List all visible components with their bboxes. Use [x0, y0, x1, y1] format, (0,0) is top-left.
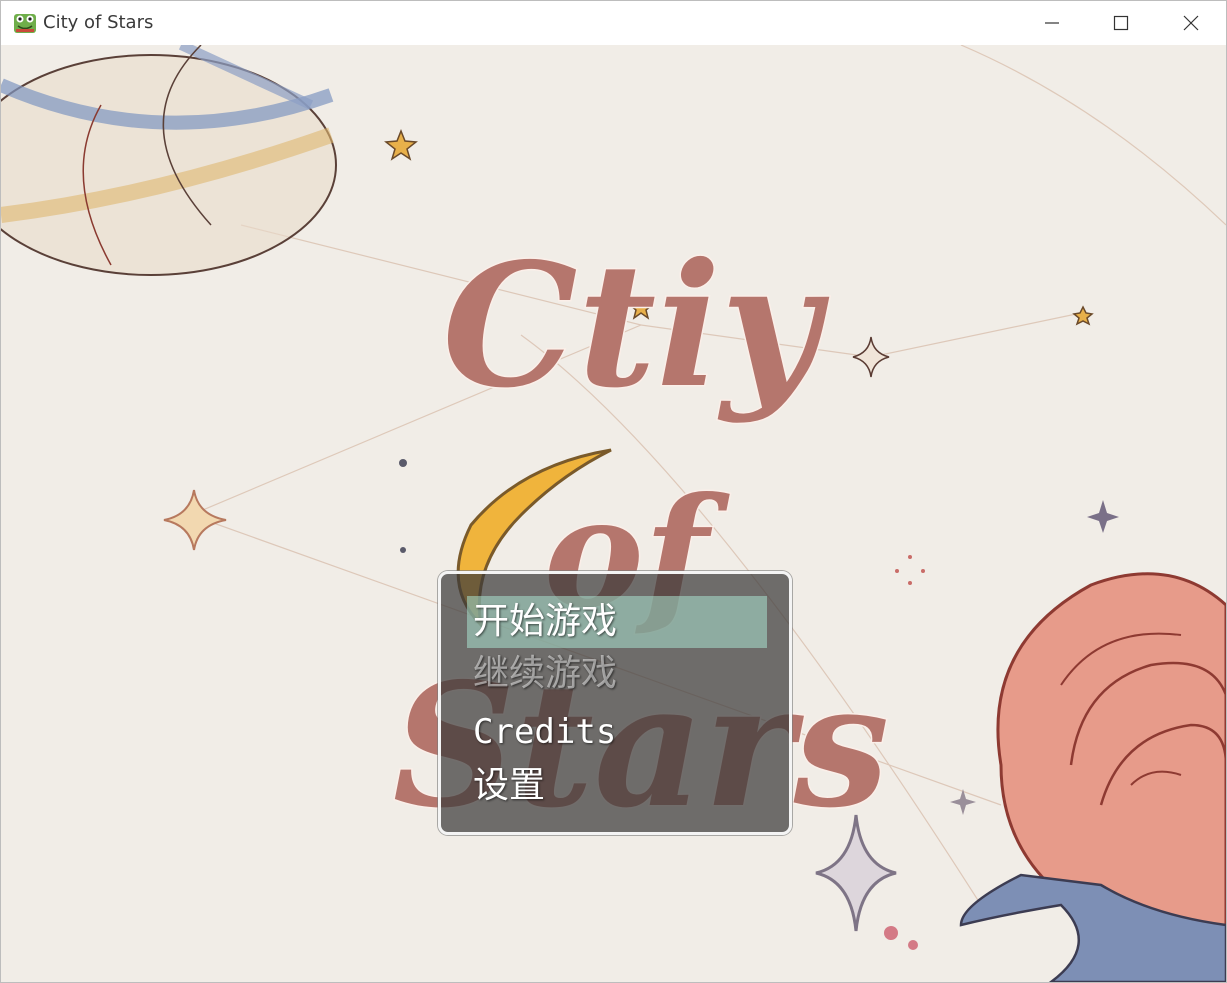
- window-title: City of Stars: [43, 12, 154, 33]
- maximize-icon: [1113, 15, 1129, 31]
- title-line-1: Ctiy: [442, 226, 829, 426]
- menu-item-new-game[interactable]: 开始游戏: [467, 596, 767, 648]
- menu-item-continue[interactable]: 继续游戏: [467, 648, 767, 700]
- title-command-window: 开始游戏 继续游戏 Credits 设置: [438, 571, 792, 835]
- minimize-button[interactable]: [1017, 1, 1087, 45]
- game-window: City of Stars Ctiy of 开始游戏 继续游戏 Credits …: [0, 0, 1227, 983]
- title-bar[interactable]: City of Stars: [1, 1, 1226, 45]
- close-icon: [1183, 15, 1199, 31]
- maximize-button[interactable]: [1086, 1, 1156, 45]
- minimize-icon: [1045, 22, 1059, 24]
- menu-item-credits[interactable]: Credits: [467, 706, 767, 758]
- menu-item-settings[interactable]: 设置: [467, 760, 767, 812]
- close-button[interactable]: [1156, 1, 1226, 45]
- game-title-screen[interactable]: Ctiy of Stars 开始游戏 继续游戏 Credits 设置: [1, 45, 1226, 982]
- frog-app-icon: [14, 14, 36, 33]
- title-background-art: Ctiy of Stars: [1, 45, 1226, 982]
